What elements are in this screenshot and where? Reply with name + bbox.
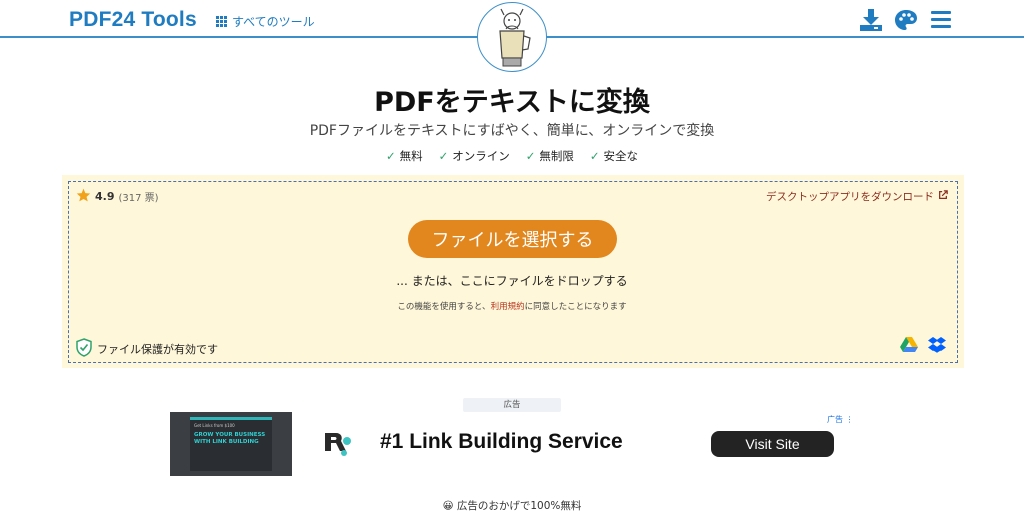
link-building-logo-icon (322, 429, 354, 459)
feature-item: ✓ 安全な (589, 149, 639, 163)
smile-icon: 😀 (442, 500, 454, 512)
dropbox-icon[interactable] (928, 337, 946, 357)
ad-supported-notice: 😀 広告のおかげで100%無料 (442, 500, 582, 512)
file-protection-label: ファイル保護が有効です (97, 343, 218, 356)
rating[interactable]: 4.9 (317 票) (76, 188, 159, 205)
ad-choices-label[interactable]: 广告 ⋮ (827, 414, 854, 425)
external-link-icon (938, 190, 948, 203)
page-title: PDFをテキストに変換 (374, 87, 650, 118)
download-icon[interactable] (859, 9, 883, 31)
menu-icon[interactable] (930, 9, 954, 31)
desktop-app-link[interactable]: デスクトップアプリをダウンロード (766, 189, 948, 204)
palette-icon[interactable] (894, 9, 918, 31)
star-icon (76, 188, 91, 205)
ad-image[interactable]: Get Links from $100 GROW YOUR BUSINESS W… (170, 412, 292, 476)
page-subtitle: PDFファイルをテキストにすばやく、簡単に、オンラインで変換 (309, 123, 715, 139)
ad-headline[interactable]: #1 Link Building Service (380, 430, 623, 454)
ad-image-card: Get Links from $100 GROW YOUR BUSINESS W… (190, 417, 272, 471)
pdf24-logo[interactable]: PDF24 Tools (69, 8, 197, 32)
mascot-illustration (477, 2, 547, 72)
desktop-app-label: デスクトップアプリをダウンロード (766, 191, 934, 203)
all-tools-link[interactable]: すべてのツール (216, 13, 315, 30)
shield-icon (76, 338, 92, 360)
check-icon: ✓ (589, 149, 600, 163)
info-icon: ⋮ (845, 415, 854, 424)
check-icon: ✓ (525, 149, 536, 163)
all-tools-label: すべてのツール (232, 15, 315, 29)
select-file-button[interactable]: ファイルを選択する (408, 220, 617, 258)
visit-site-button[interactable]: Visit Site (711, 431, 834, 457)
file-protection-status[interactable]: ファイル保護が有効です (76, 338, 218, 360)
rating-value: 4.9 (95, 190, 115, 203)
ad-banner[interactable]: Get Links from $100 GROW YOUR BUSINESS W… (170, 412, 854, 476)
terms-notice: この機能を使用すると、利用規約に同意したことになります (397, 302, 627, 312)
ad-label: 広告 (463, 398, 561, 412)
feature-list: ✓ 無料 ✓ オンライン ✓ 無制限 ✓ 安全な (0, 148, 1024, 164)
check-icon: ✓ (438, 149, 449, 163)
cloud-sources (900, 337, 946, 357)
check-icon: ✓ (385, 149, 396, 163)
feature-item: ✓ 無料 (385, 149, 423, 163)
feature-item: ✓ オンライン (438, 149, 510, 163)
google-drive-icon[interactable] (900, 337, 918, 357)
grid-icon (216, 16, 227, 27)
drop-instruction: ... または、ここにファイルをドロップする (396, 274, 628, 288)
terms-link[interactable]: 利用規約 (491, 302, 525, 312)
feature-item: ✓ 無制限 (525, 149, 574, 163)
rating-votes: (317 票) (118, 193, 159, 204)
